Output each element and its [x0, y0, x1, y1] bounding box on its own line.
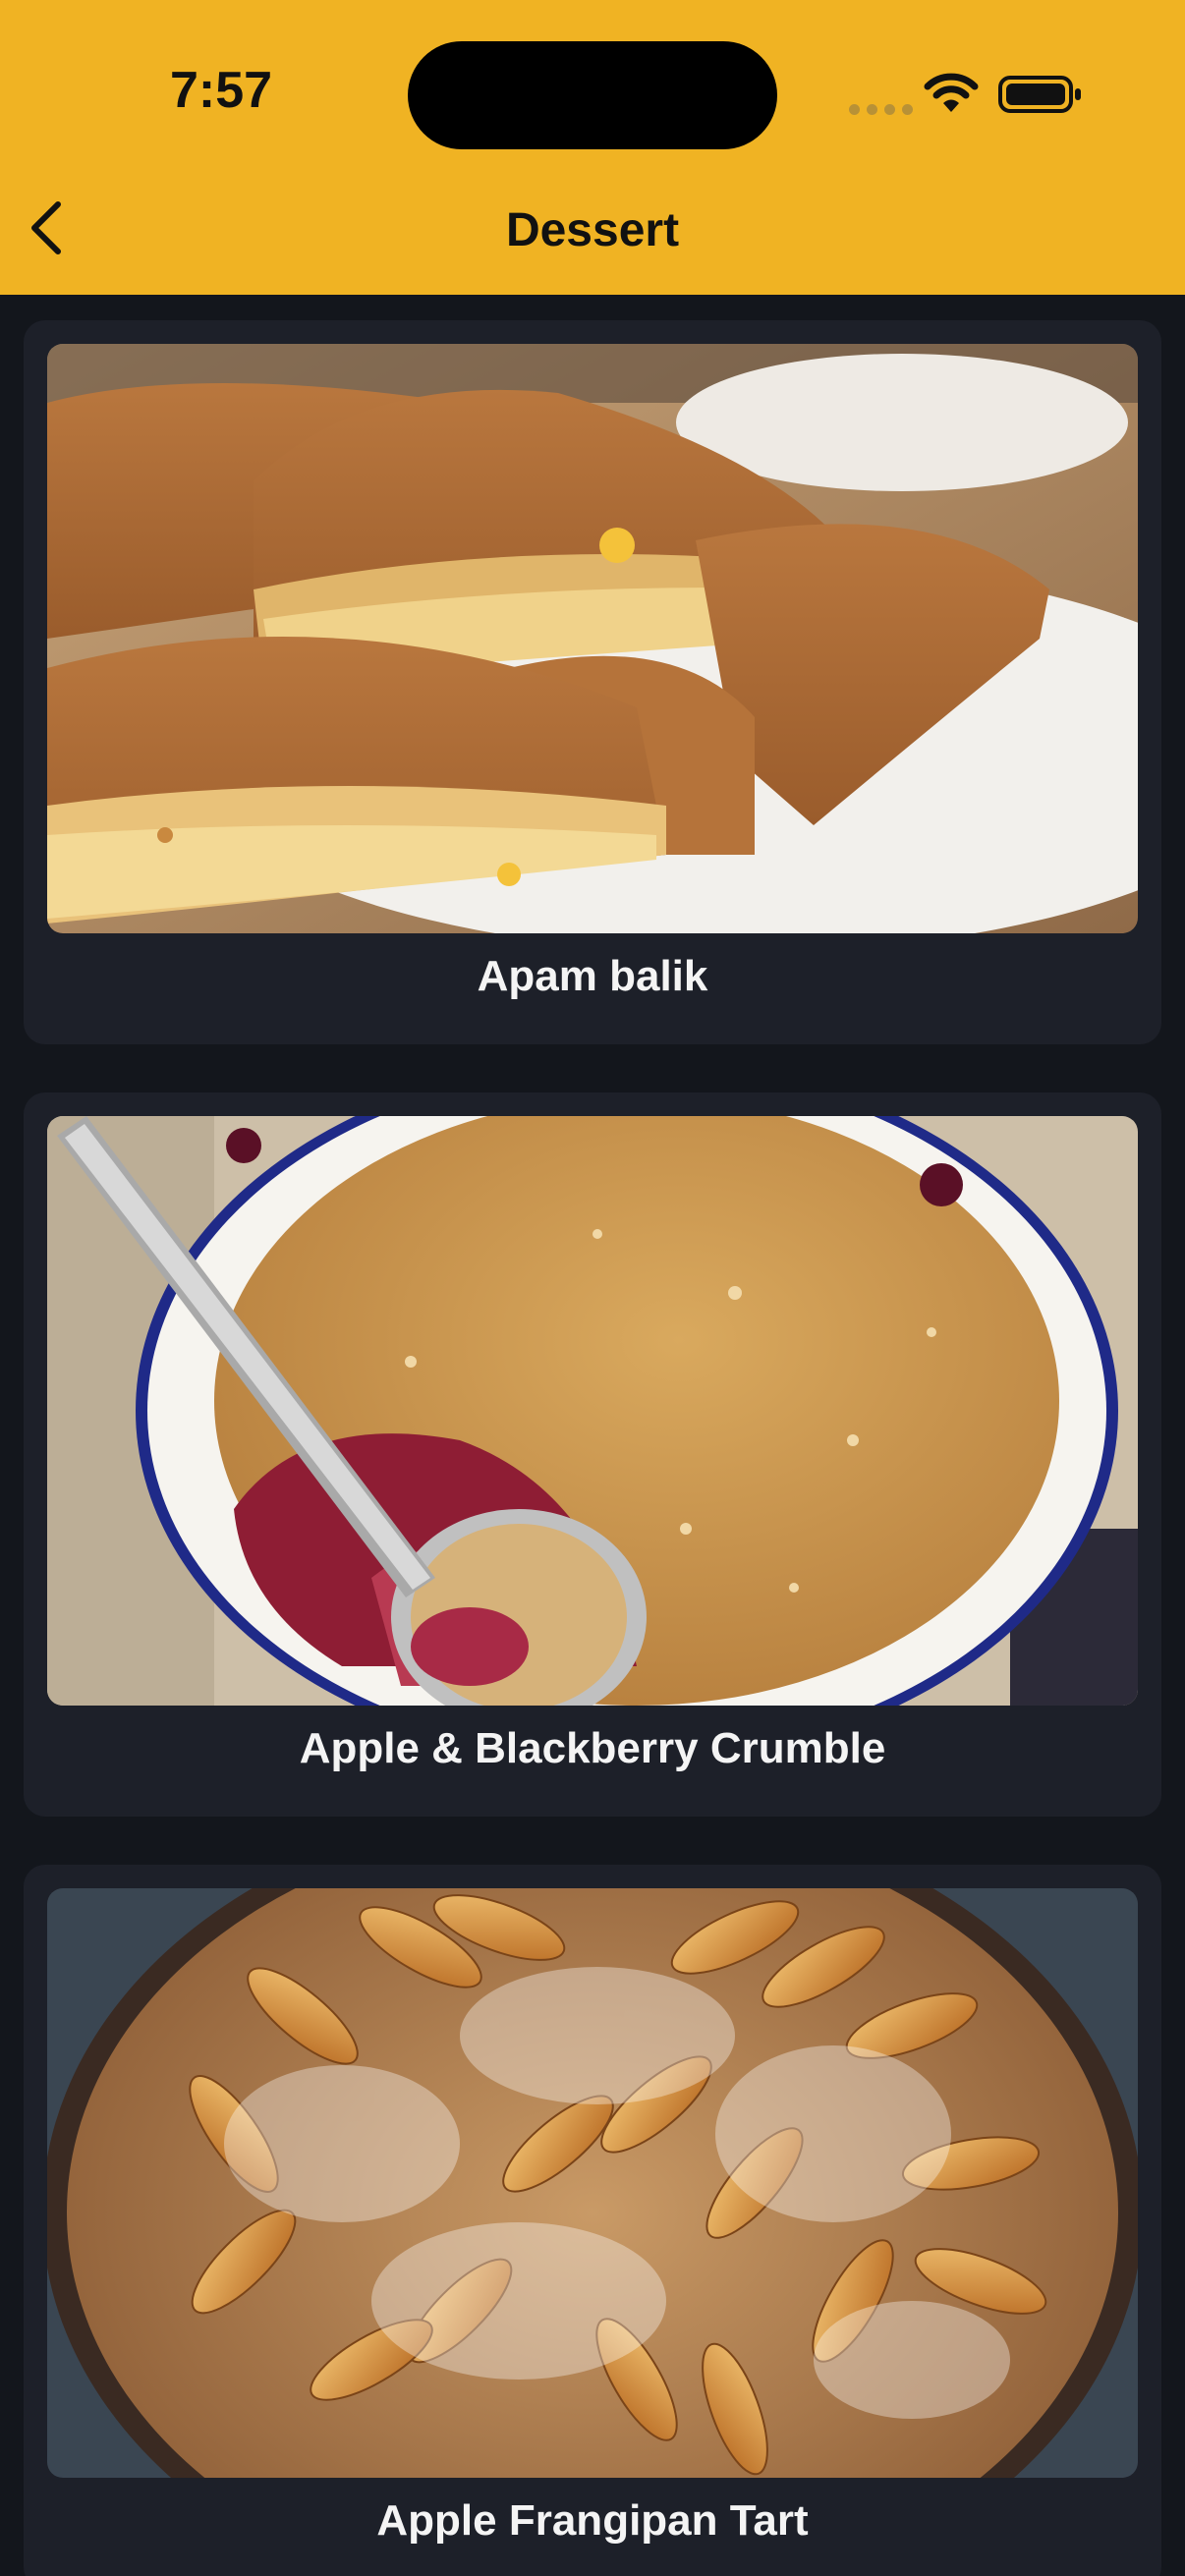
- meal-image: [47, 1888, 1138, 2478]
- status-time: 7:57: [169, 62, 273, 119]
- meal-card[interactable]: Apam balik: [24, 320, 1161, 1044]
- wifi-icon: [924, 73, 979, 112]
- meal-title: Apple Frangipan Tart: [376, 2496, 809, 2545]
- battery-icon: [998, 76, 1081, 113]
- chevron-left-icon: [31, 201, 61, 254]
- meal-card[interactable]: Apple Frangipan Tart: [24, 1865, 1161, 2576]
- page-title: Dessert: [505, 204, 680, 256]
- meal-image: [47, 1116, 1138, 1706]
- meal-title: Apple & Blackberry Crumble: [299, 1724, 886, 1772]
- nav-header: 7:57 Dessert: [0, 0, 1185, 295]
- cellular-signal-icon: [849, 104, 913, 115]
- back-button[interactable]: [12, 189, 81, 267]
- meal-image: [47, 344, 1138, 933]
- dynamic-island: [408, 41, 777, 149]
- meal-list[interactable]: Apam balik Apple & Blackberry Crumble Ap…: [0, 295, 1185, 2576]
- meal-card[interactable]: Apple & Blackberry Crumble: [24, 1092, 1161, 1817]
- meal-title: Apam balik: [477, 952, 708, 1000]
